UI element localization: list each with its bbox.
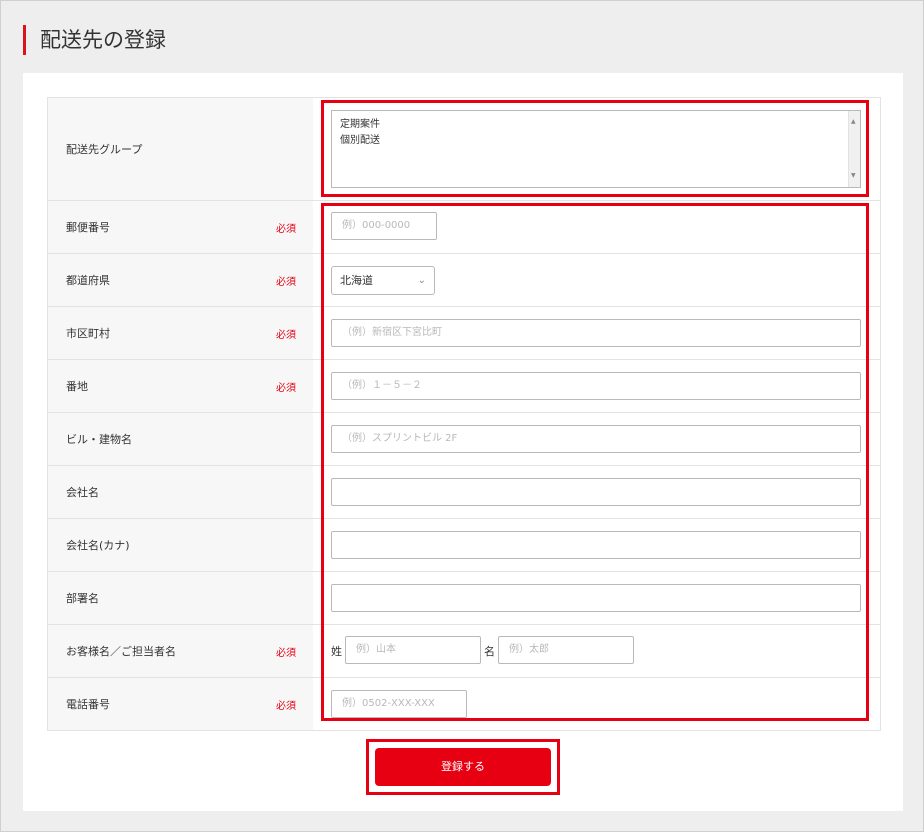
field-label: 配送先グループ — [48, 98, 313, 200]
field-label: 会社名 — [48, 466, 313, 518]
field-label: お客様名／ご担当者名 必須 — [48, 625, 313, 677]
field-label: 郵便番号 必須 — [48, 201, 313, 253]
field-label: 電話番号 必須 — [48, 678, 313, 730]
field-label: 都道府県 必須 — [48, 254, 313, 306]
required-badge: 必須 — [276, 329, 296, 341]
field-label: 会社名(カナ) — [48, 519, 313, 571]
field-label: 市区町村 必須 — [48, 307, 313, 359]
highlight-box-fields — [321, 203, 869, 721]
field-label: 部署名 — [48, 572, 313, 624]
field-label: ビル・建物名 — [48, 413, 313, 465]
register-button[interactable]: 登録する — [375, 748, 551, 786]
page-title: 配送先の登録 — [23, 25, 166, 55]
highlight-box-group — [321, 100, 869, 197]
required-badge: 必須 — [276, 382, 296, 394]
required-badge: 必須 — [276, 700, 296, 712]
required-badge: 必須 — [276, 276, 296, 288]
required-badge: 必須 — [276, 223, 296, 235]
page-frame: 配送先の登録 配送先グループ 定期案件 個別配送 ▲ ▼ 郵便番号 必須 例）0… — [0, 0, 924, 832]
required-badge: 必須 — [276, 647, 296, 659]
field-label: 番地 必須 — [48, 360, 313, 412]
